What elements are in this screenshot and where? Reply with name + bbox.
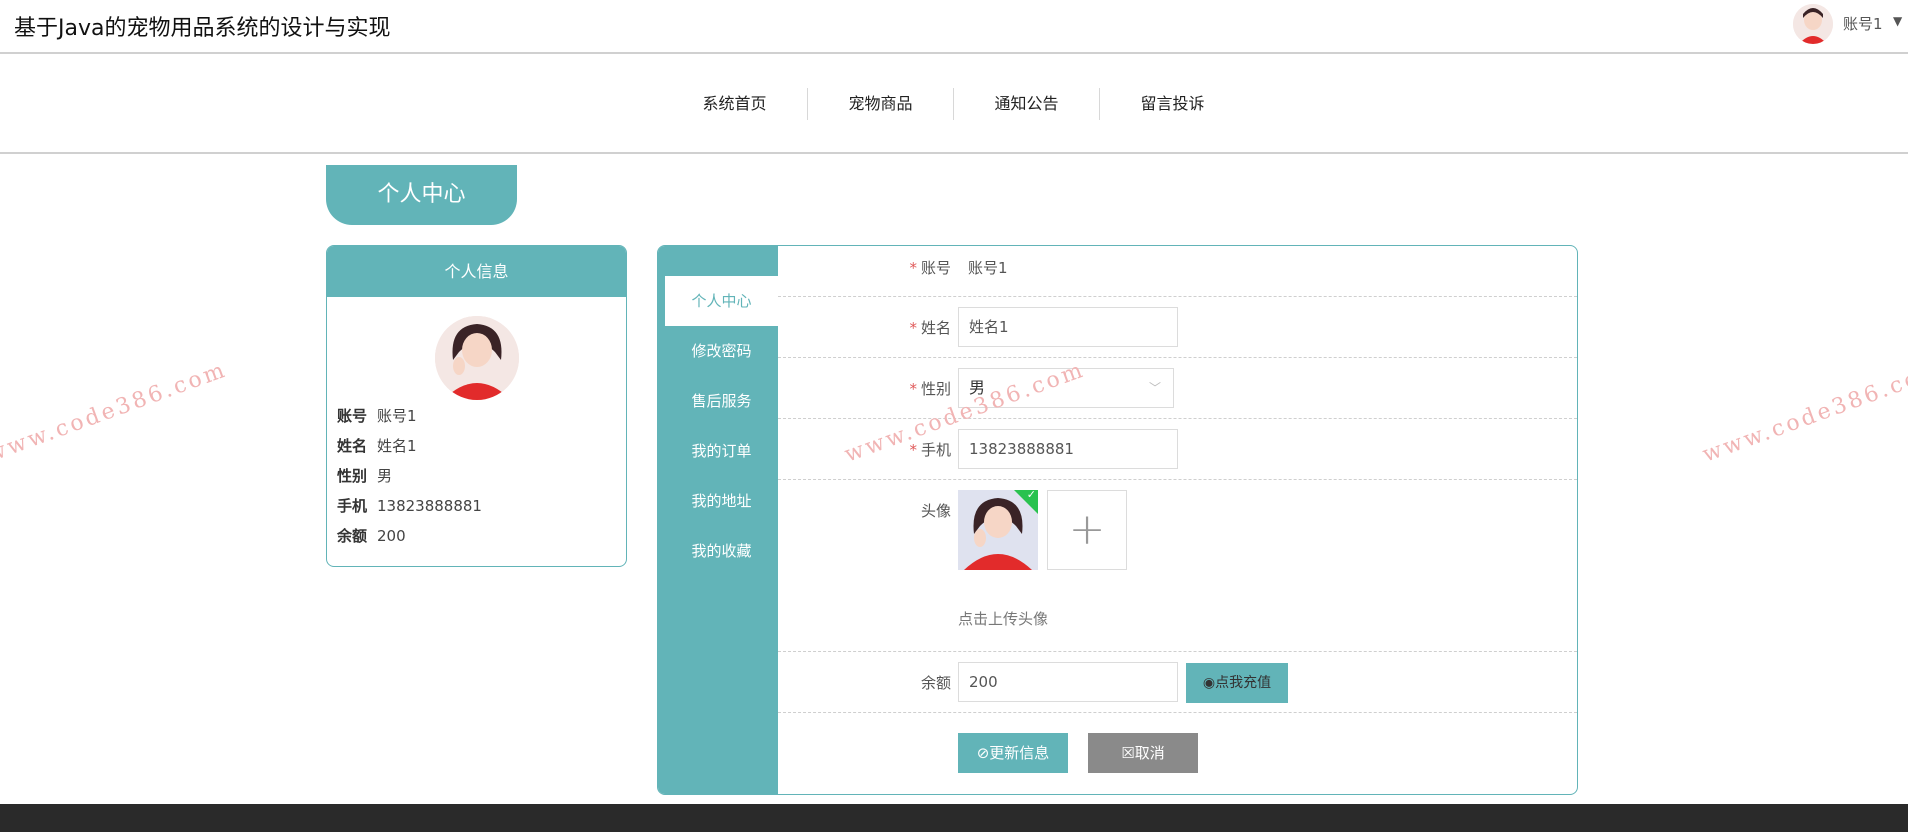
menu-item-profile[interactable]: 个人中心	[665, 276, 778, 326]
menu-item-change-password[interactable]: 修改密码	[665, 326, 778, 376]
field-label: * 账号	[909, 259, 951, 277]
field-label: 头像	[920, 502, 951, 520]
caret-down-icon: ▼	[1893, 14, 1903, 28]
menu-item-my-favorites[interactable]: 我的收藏	[665, 526, 778, 576]
info-row-name: 姓名 姓名1	[337, 437, 417, 455]
upload-avatar-button[interactable]: +	[1047, 490, 1127, 570]
avatar	[1793, 4, 1833, 44]
profile-panel: 个人中心 修改密码 售后服务 我的订单 我的地址 我的收藏 * 账号 账号1 * 姓…	[657, 245, 1578, 795]
field-label: * 手机	[909, 441, 951, 459]
nav-item-home[interactable]: 系统首页	[662, 88, 807, 120]
top-bar: 基于Java的宠物用品系统的设计与实现 账号1 ▼	[0, 0, 1908, 54]
profile-info-card: 个人信息 账号 账号1 姓名 姓名1 性别男 手机 13823888881 余额 200	[326, 245, 627, 567]
menu-item-after-sales[interactable]: 售后服务	[665, 376, 778, 426]
form-row-name: * 姓名 姓名1	[778, 297, 1577, 358]
side-menu: 个人中心 修改密码 售后服务 我的订单 我的地址 我的收藏	[658, 246, 778, 794]
nav-item-messages[interactable]: 留言投诉	[1100, 88, 1245, 120]
name-input[interactable]: 姓名1	[958, 307, 1178, 347]
info-row-account: 账号 账号1	[337, 407, 417, 425]
gender-selected-value: 男	[969, 378, 986, 397]
app-title: 基于Java的宠物用品系统的设计与实现	[14, 16, 391, 41]
watermark: www.code386.com	[1699, 357, 1908, 468]
field-label: 余额	[920, 674, 951, 692]
nav-item-products[interactable]: 宠物商品	[808, 88, 953, 120]
update-info-button[interactable]: ⊘更新信息	[958, 733, 1068, 773]
field-label: * 性别	[909, 380, 951, 398]
recharge-button[interactable]: ◉点我充值	[1186, 663, 1288, 703]
info-row-gender: 性别男	[337, 467, 393, 485]
page-title: 个人中心	[326, 165, 517, 225]
form-row-avatar: 头像 ✓ + 点击上传头像	[778, 480, 1577, 652]
account-value: 账号1	[968, 259, 1008, 277]
phone-input[interactable]: 13823888881	[958, 429, 1178, 469]
form-row-gender: * 性别 男 ﹀	[778, 358, 1577, 419]
avatar-thumbnail[interactable]: ✓	[958, 490, 1038, 570]
card-title: 个人信息	[327, 246, 626, 297]
footer	[0, 804, 1908, 832]
chevron-down-icon: ﹀	[1148, 381, 1161, 395]
menu-item-my-orders[interactable]: 我的订单	[665, 426, 778, 476]
radio-icon: ◉	[1202, 675, 1216, 691]
balance-input[interactable]: 200	[958, 662, 1178, 702]
cancel-button[interactable]: ☒取消	[1088, 733, 1198, 773]
info-row-balance: 余额 200	[337, 527, 406, 545]
watermark: www.code386.com	[0, 357, 231, 468]
form-row-phone: * 手机 13823888881	[778, 419, 1577, 480]
account-name: 账号1	[1843, 15, 1883, 33]
menu-item-my-address[interactable]: 我的地址	[665, 476, 778, 526]
nav-item-notices[interactable]: 通知公告	[954, 88, 1099, 120]
form-row-account: * 账号 账号1	[778, 246, 1577, 297]
check-circle-icon: ⊘	[976, 744, 990, 762]
account-menu[interactable]: 账号1 ▼	[1793, 2, 1908, 44]
form-row-balance: 余额 200 ◉点我充值	[778, 652, 1577, 713]
upload-hint: 点击上传头像	[958, 610, 1049, 628]
info-row-phone: 手机 13823888881	[337, 497, 482, 515]
avatar	[435, 316, 519, 400]
plus-icon: +	[1068, 504, 1106, 555]
form-actions: ⊘更新信息 ☒取消	[778, 713, 1577, 794]
gender-select[interactable]: 男 ﹀	[958, 368, 1174, 408]
profile-form: * 账号 账号1 * 姓名 姓名1 * 性别 男 ﹀ * 手机 13823888881 …	[778, 246, 1577, 794]
main-nav: 系统首页 宠物商品 通知公告 留言投诉	[0, 56, 1908, 154]
close-box-icon: ☒	[1121, 744, 1135, 762]
field-label: * 姓名	[909, 319, 951, 337]
